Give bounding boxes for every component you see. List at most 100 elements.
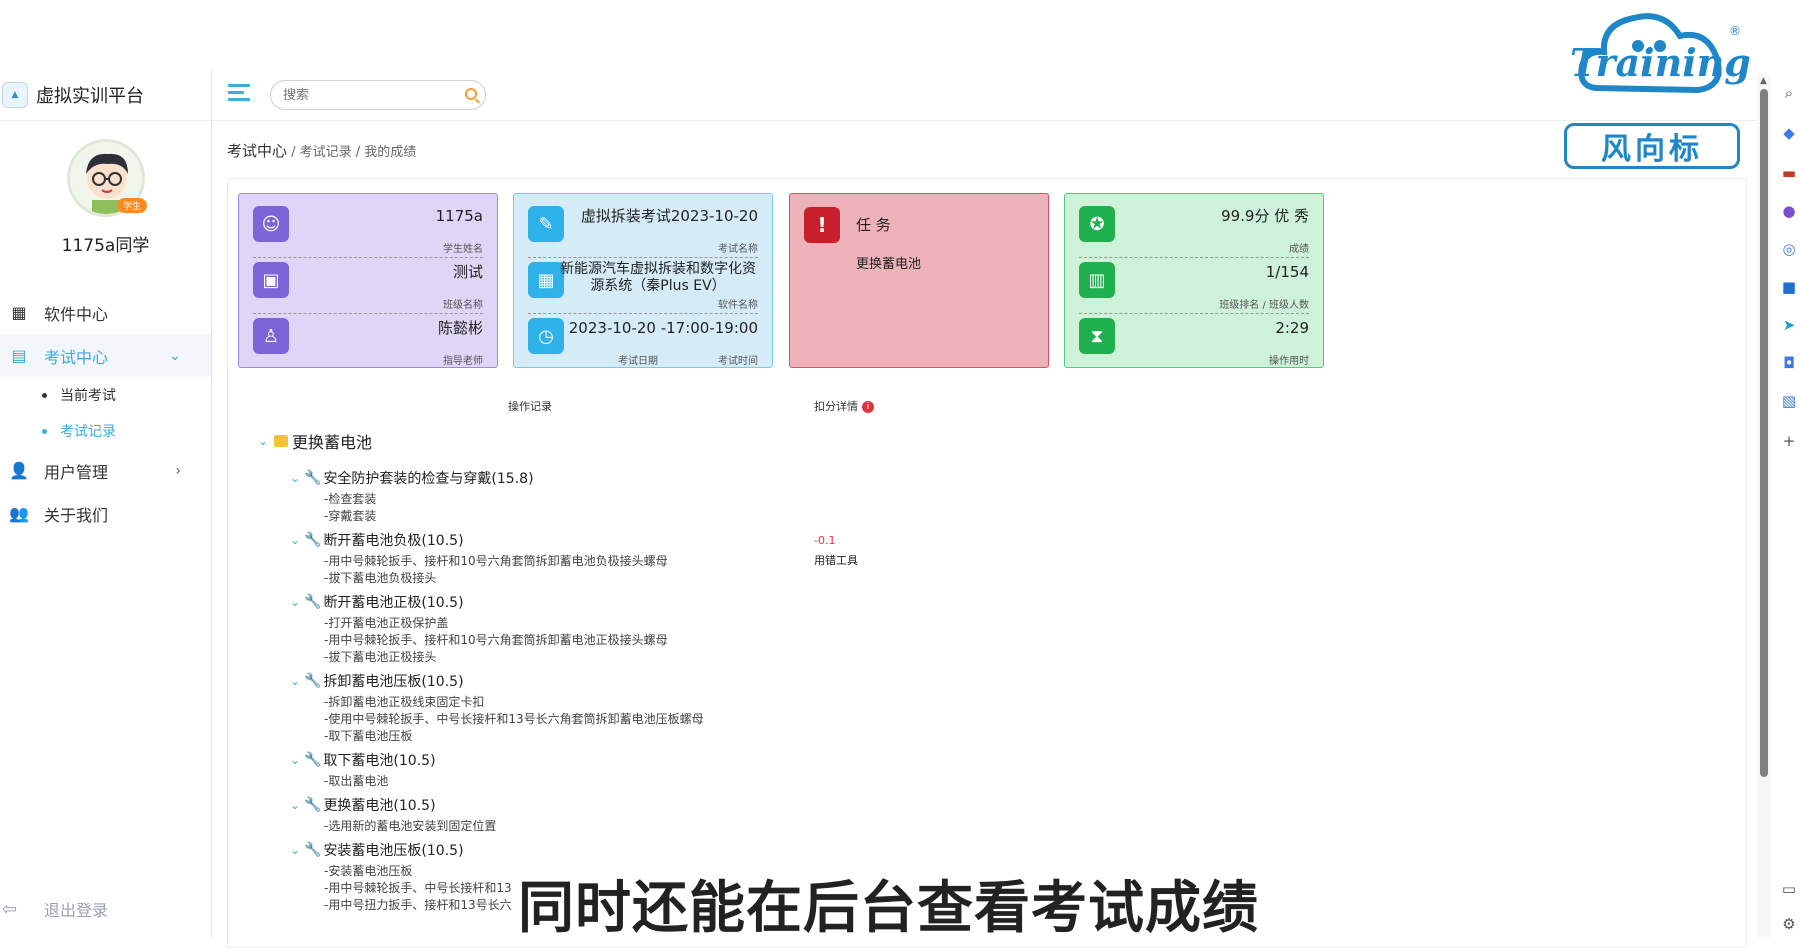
folder-icon [274, 435, 288, 447]
tree-step[interactable]: ⌄ 🔧 拆卸蓄电池压板(10.5) [290, 671, 464, 691]
tree-substep: -用中号棘轮扳手、接杆和10号六角套筒拆卸蓄电池正极接头螺母 [324, 633, 668, 647]
software-name-label: 软件名称 [718, 300, 758, 311]
user-manage-icon: 👤 [9, 461, 29, 480]
chevron-down-icon[interactable]: ⌄ [290, 471, 304, 485]
profile-block: 学生 1175a同学 [0, 121, 211, 291]
logout-label: 退出登录 [44, 901, 109, 920]
role-badge: 学生 [117, 198, 148, 213]
nav-subitem-label: 当前考试 [60, 388, 116, 404]
scroll-thumb[interactable] [1760, 89, 1768, 777]
search-input[interactable] [271, 81, 451, 109]
search-box [270, 80, 486, 110]
search-icon[interactable] [465, 88, 477, 100]
wrench-icon: 🔧 [304, 752, 322, 768]
nav-subitem-exam-records[interactable]: 考试记录 [0, 413, 211, 449]
watermark-box: 风向标 [1564, 123, 1740, 169]
edge-bookmark-icon[interactable]: ◘ [1778, 354, 1800, 372]
tree-step[interactable]: ⌄ 🔧 断开蓄电池正极(10.5) [290, 592, 464, 612]
tree-substep: -用中号棘轮扳手、中号长接杆和13 [324, 881, 512, 895]
chevron-down-icon: ⌄ [169, 347, 181, 364]
breadcrumb: 考试中心 / 考试记录 / 我的成绩 [227, 140, 416, 161]
edge-people-icon[interactable]: ● [1778, 202, 1800, 220]
task-value: 更换蓄电池 [856, 257, 922, 272]
tree-substep: -打开蓄电池正极保护盖 [324, 616, 449, 630]
class-name-label: 班级名称 [443, 300, 483, 311]
chevron-down-icon[interactable]: ⌄ [290, 843, 304, 857]
wrench-icon: 🔧 [304, 797, 322, 813]
nav-item-software-center[interactable]: ▦ 软件中心 [0, 291, 211, 334]
teacher-icon: ♙ [253, 318, 289, 354]
breadcrumb-root[interactable]: 考试中心 [227, 142, 287, 160]
edge-circle-icon[interactable]: ◎ [1778, 240, 1800, 258]
logout-button[interactable]: ⇦ 退出登录 [0, 897, 108, 921]
tree-substep: -取下蓄电池压板 [324, 729, 413, 743]
wrench-icon: 🔧 [304, 470, 322, 486]
tree-substep: -安装蓄电池压板 [324, 864, 413, 878]
tree-substep: -取出蓄电池 [324, 774, 389, 788]
deductions-header-label: 扣分详情 [814, 400, 858, 413]
nav-item-about-us[interactable]: 👥 关于我们 [0, 492, 211, 535]
nav-menu: ▦ 软件中心 ▤ 考试中心 ⌄ 当前考试 考试记录 👤 用户管理 › 👥 关于我… [0, 291, 211, 535]
tree-step-label: 更换蓄电池(10.5) [323, 798, 436, 814]
exam-datetime-row: ◷ 2023-10-20 -17:00-19:00 考试日期 考试时间 [528, 314, 758, 370]
warning-icon: ! [804, 207, 840, 243]
score-row: ✪ 99.9分 优 秀 成绩 [1079, 202, 1309, 258]
nav-subitem-label: 考试记录 [60, 424, 116, 440]
records-header: 操作记录 [508, 400, 552, 413]
edge-send-icon[interactable]: ➤ [1778, 316, 1800, 334]
exam-date-label: 考试日期 [618, 356, 658, 367]
tree-step[interactable]: ⌄ 🔧 安装蓄电池压板(10.5) [290, 840, 464, 860]
tree-substep: -拆卸蓄电池正极线束固定卡扣 [324, 695, 485, 709]
chevron-down-icon[interactable]: ⌄ [290, 533, 304, 547]
vertical-scrollbar[interactable]: ▲ [1757, 76, 1771, 937]
task-title: 任 务 [856, 216, 891, 234]
brand: ▲ 虚拟实训平台 [0, 69, 211, 121]
chevron-right-icon: › [175, 462, 181, 479]
tree-step[interactable]: ⌄ 🔧 安全防护套装的检查与穿戴(15.8) [290, 468, 534, 488]
edge-outlook-icon[interactable]: ■ [1778, 278, 1800, 296]
student-info-card: ☺ 1175a 学生姓名 ▣ 测试 班级名称 ♙ 陈懿彬 指导老师 [238, 193, 498, 368]
edge-screen-icon[interactable]: ▭ [1778, 880, 1800, 898]
tree-substep: -用中号棘轮扳手、接杆和10号六角套筒拆卸蓄电池负极接头螺母 [324, 554, 668, 568]
wrench-icon: 🔧 [304, 673, 322, 689]
edge-settings-icon[interactable]: ⚙ [1778, 915, 1800, 933]
edge-tag-icon[interactable]: ◆ [1778, 124, 1800, 142]
grid-icon: ▦ [11, 303, 27, 322]
deduction-reason: 用错工具 [814, 554, 858, 567]
tree-step[interactable]: ⌄ 🔧 断开蓄电池负极(10.5) [290, 530, 464, 550]
exam-datetime-value: 2023-10-20 -17:00-19:00 [568, 319, 758, 337]
tree-root-node[interactable]: ⌄ 更换蓄电池 [258, 428, 372, 454]
ranking-icon: ▥ [1079, 262, 1115, 298]
deduction-score: -0.1 [814, 534, 836, 547]
nav-item-label: 关于我们 [44, 505, 109, 525]
edge-map-icon[interactable]: ▧ [1778, 392, 1800, 410]
nav-subitem-current-exam[interactable]: 当前考试 [0, 377, 211, 413]
duration-value: 2:29 [1275, 319, 1309, 337]
tree-step-label: 断开蓄电池负极(10.5) [323, 533, 464, 549]
tree-step[interactable]: ⌄ 🔧 更换蓄电池(10.5) [290, 795, 436, 815]
chevron-down-icon[interactable]: ⌄ [290, 753, 304, 767]
menu-toggle-icon[interactable] [228, 84, 250, 104]
teacher-label: 指导老师 [443, 356, 483, 367]
app-title: 虚拟实训平台 [36, 85, 144, 107]
edge-search-icon[interactable]: ⌕ [1778, 84, 1800, 102]
nav-item-exam-center[interactable]: ▤ 考试中心 ⌄ [0, 334, 211, 377]
edge-add-icon[interactable]: + [1778, 432, 1800, 450]
browser-top-strip [0, 0, 1800, 69]
tree-root-label: 更换蓄电池 [292, 433, 373, 452]
task-card: ! 任 务 更换蓄电池 [789, 193, 1049, 368]
logout-icon: ⇦ [2, 898, 18, 920]
tree-step[interactable]: ⌄ 🔧 取下蓄电池(10.5) [290, 750, 436, 770]
nav-item-user-management[interactable]: 👤 用户管理 › [0, 449, 211, 492]
duration-row: ⧗ 2:29 操作用时 [1079, 314, 1309, 370]
chevron-down-icon[interactable]: ⌄ [290, 798, 304, 812]
chevron-down-icon[interactable]: ⌄ [290, 674, 304, 688]
scroll-up-icon[interactable]: ▲ [1760, 76, 1767, 86]
info-icon[interactable]: i [862, 401, 874, 413]
chevron-down-icon[interactable]: ⌄ [290, 595, 304, 609]
chevron-down-icon[interactable]: ⌄ [258, 434, 272, 448]
edge-briefcase-icon[interactable]: ▬ [1778, 164, 1800, 182]
student-icon: ☺ [253, 206, 289, 242]
exam-name-value: 虚拟拆装考试2023-10-20 [580, 207, 758, 225]
result-card: ✪ 99.9分 优 秀 成绩 ▥ 1/154 班级排名 / 班级人数 ⧗ 2:2… [1064, 193, 1324, 368]
